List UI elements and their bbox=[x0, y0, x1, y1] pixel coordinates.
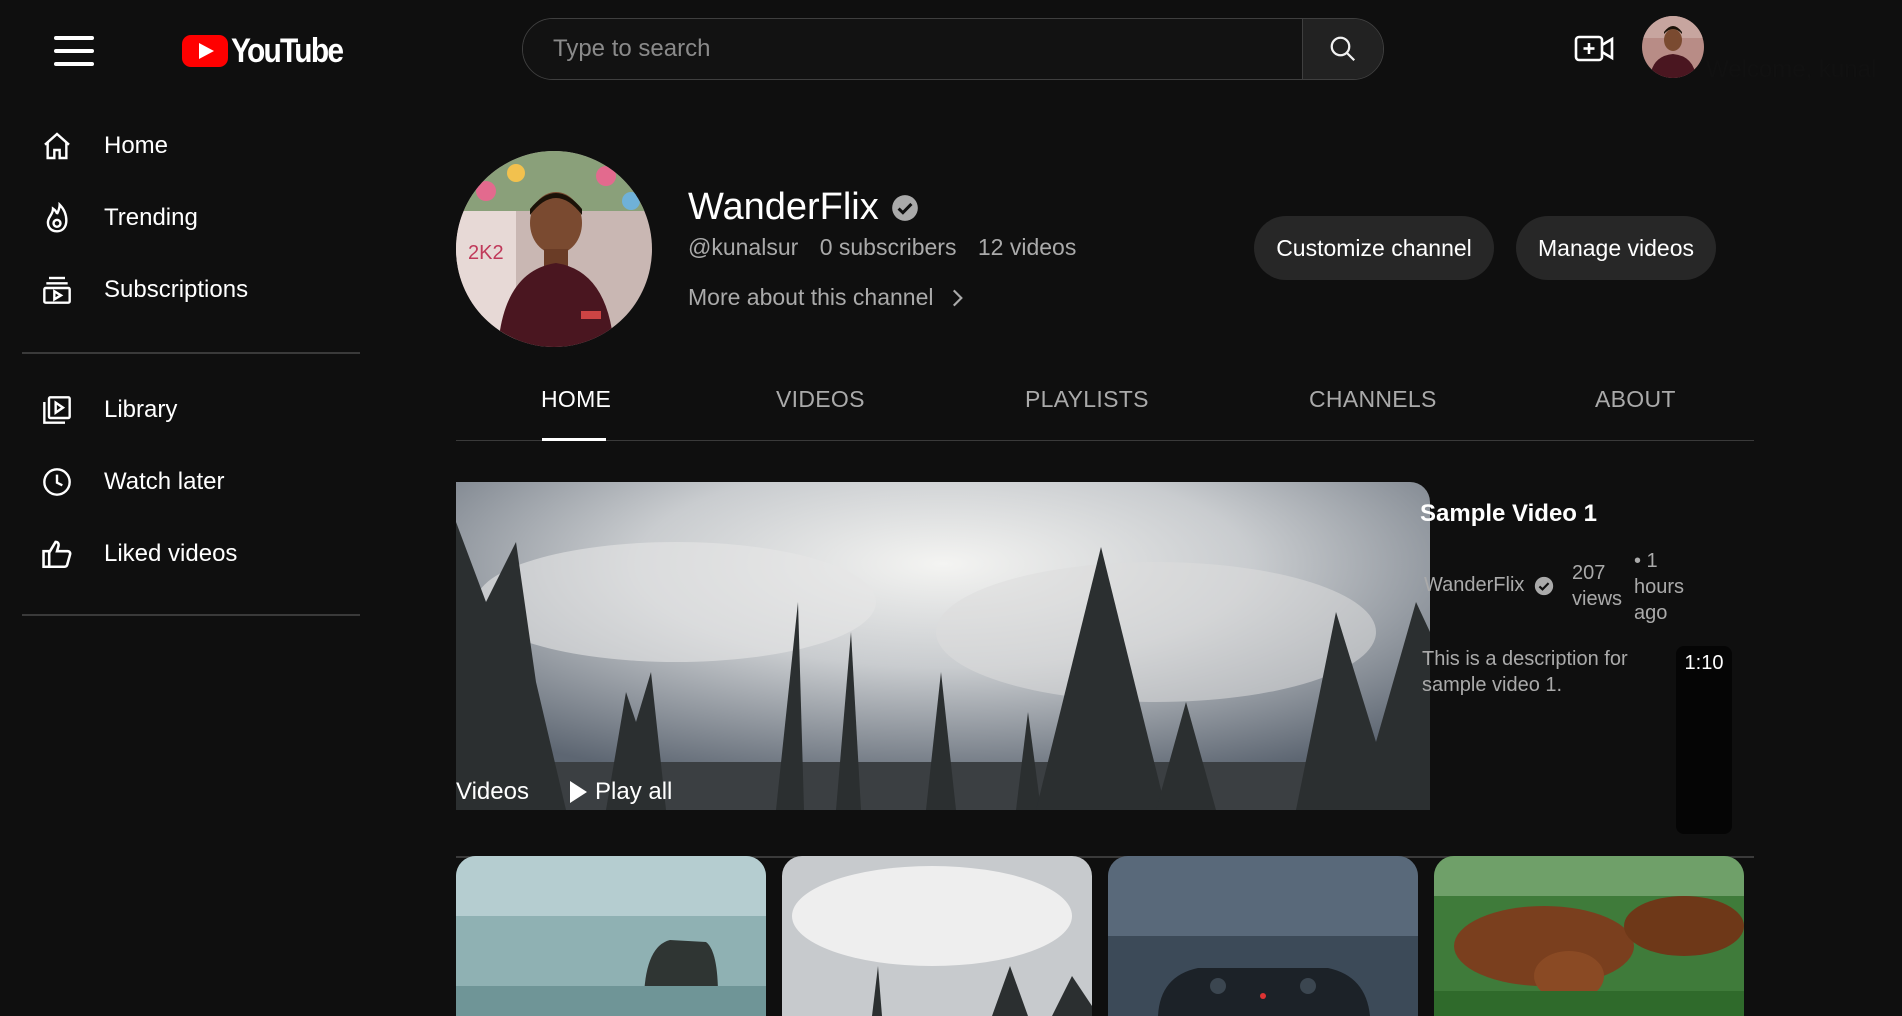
chevron-right-icon bbox=[952, 289, 963, 306]
featured-view-count: 207 views bbox=[1572, 562, 1623, 610]
featured-channel-name[interactable]: WanderFlix bbox=[1424, 574, 1554, 597]
sidebar-item-library[interactable]: Library bbox=[22, 380, 362, 440]
subscriptions-icon bbox=[36, 269, 78, 311]
youtube-logo[interactable]: YouTube bbox=[182, 31, 357, 70]
home-icon bbox=[36, 125, 78, 167]
sidebar-item-liked-videos[interactable]: Liked videos bbox=[22, 524, 362, 584]
channel-avatar[interactable]: 2K2 bbox=[456, 151, 652, 347]
sidebar-item-watch-later[interactable]: Watch later bbox=[22, 452, 362, 512]
sidebar-item-label: Subscriptions bbox=[104, 276, 249, 303]
youtube-play-icon bbox=[182, 35, 228, 67]
tab-videos[interactable]: VIDEOS bbox=[776, 386, 865, 413]
video-thumbnail-image bbox=[456, 856, 766, 1016]
video-thumbnail[interactable] bbox=[1434, 856, 1744, 1016]
subscriber-count: 0 subscribers bbox=[819, 234, 957, 260]
videos-section-label[interactable]: Videos bbox=[456, 778, 529, 806]
tab-playlists[interactable]: PLAYLISTS bbox=[1025, 386, 1149, 413]
tab-channels[interactable]: CHANNELS bbox=[1309, 386, 1437, 413]
sidebar-item-label: Library bbox=[104, 396, 178, 423]
clock-icon bbox=[36, 461, 78, 503]
video-thumbnail[interactable] bbox=[456, 856, 766, 1016]
sidebar-divider bbox=[22, 352, 360, 354]
trending-icon bbox=[36, 197, 78, 239]
duration-label: 1:10 bbox=[1684, 652, 1724, 674]
thumbs-up-icon bbox=[36, 533, 78, 575]
video-thumbnail-image bbox=[782, 856, 1092, 1016]
user-avatar[interactable] bbox=[1642, 16, 1704, 78]
create-video-button[interactable] bbox=[1572, 28, 1616, 68]
video-thumbnail[interactable] bbox=[1108, 856, 1418, 1016]
sidebar-divider bbox=[22, 614, 360, 616]
channel-name-row: WanderFlix bbox=[688, 186, 919, 229]
video-thumbnail-image bbox=[1434, 856, 1744, 1016]
featured-video-title[interactable]: Sample Video 1 bbox=[1420, 500, 1597, 528]
play-all-button[interactable]: Play all bbox=[570, 778, 672, 806]
sidebar-item-trending[interactable]: Trending bbox=[22, 188, 362, 248]
tabs-divider bbox=[456, 440, 1754, 441]
sidebar-item-label: Watch later bbox=[104, 468, 225, 495]
manage-videos-button[interactable]: Manage videos bbox=[1516, 216, 1716, 280]
search-bar bbox=[522, 18, 1384, 80]
more-about-channel-link[interactable]: More about this channel bbox=[688, 284, 970, 311]
verified-icon bbox=[1535, 576, 1554, 595]
sidebar-item-label: Trending bbox=[104, 204, 198, 231]
channel-avatar-image: 2K2 bbox=[456, 151, 652, 347]
channel-name: WanderFlix bbox=[688, 186, 879, 228]
svg-text:2K2: 2K2 bbox=[468, 242, 504, 264]
sidebar-item-label: Home bbox=[104, 132, 169, 159]
menu-icon[interactable] bbox=[50, 33, 98, 67]
search-icon bbox=[1330, 36, 1356, 62]
play-all-label: Play all bbox=[595, 778, 673, 805]
customize-channel-button[interactable]: Customize channel bbox=[1254, 216, 1494, 280]
tab-about[interactable]: ABOUT bbox=[1595, 386, 1676, 413]
search-input[interactable] bbox=[523, 19, 1302, 79]
video-thumbnail[interactable] bbox=[782, 856, 1092, 1016]
library-icon bbox=[36, 389, 78, 431]
sidebar-item-subscriptions[interactable]: Subscriptions bbox=[22, 260, 362, 320]
channel-handle: @kunalsur bbox=[688, 234, 799, 260]
video-camera-add-icon bbox=[1574, 35, 1614, 62]
featured-thumbnail-image bbox=[456, 482, 1430, 810]
channel-meta: @kunalsur 0 subscribers 12 videos bbox=[688, 234, 1091, 261]
play-icon bbox=[570, 781, 587, 803]
more-about-label: More about this channel bbox=[688, 284, 934, 310]
verified-icon bbox=[891, 194, 918, 221]
featured-description: This is a description for sample video 1… bbox=[1422, 648, 1628, 696]
featured-video-thumbnail[interactable] bbox=[456, 482, 1430, 810]
user-avatar-image bbox=[1642, 16, 1704, 78]
tab-home[interactable]: HOME bbox=[541, 386, 611, 413]
logo-text: YouTube bbox=[231, 31, 344, 70]
sidebar-item-label: Liked videos bbox=[104, 540, 238, 567]
video-count: 12 videos bbox=[977, 234, 1077, 260]
active-tab-indicator bbox=[542, 438, 606, 441]
welcome-text: Welcome, kunal bbox=[1706, 56, 1877, 83]
sidebar-item-home[interactable]: Home bbox=[22, 116, 362, 176]
video-thumbnail-image bbox=[1108, 856, 1418, 1016]
search-button[interactable] bbox=[1302, 19, 1383, 79]
featured-channel-label: WanderFlix bbox=[1424, 574, 1525, 596]
featured-upload-time: • 1 hours ago bbox=[1634, 550, 1685, 624]
